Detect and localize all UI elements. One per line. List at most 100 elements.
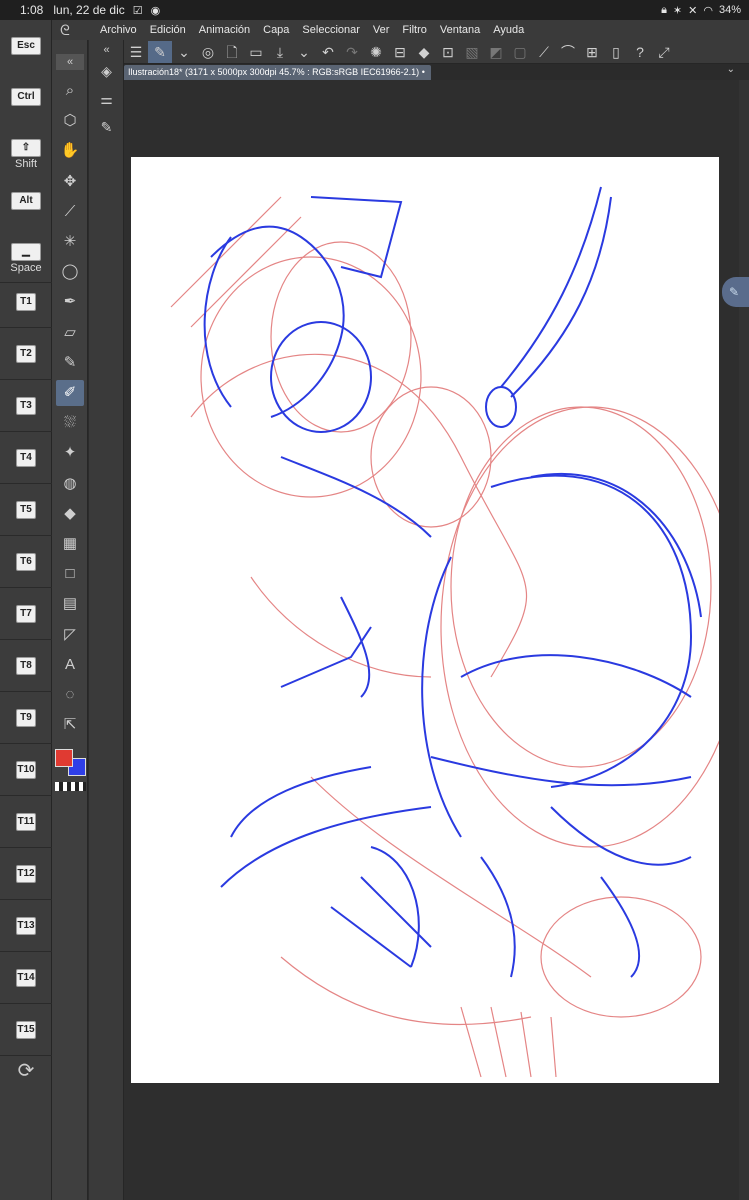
side-panel-handle[interactable]: ✎ <box>722 277 749 307</box>
snap-ruler-icon[interactable]: ⟋ <box>532 41 556 63</box>
space-key[interactable]: ▁ Space <box>10 243 42 274</box>
tool-palette: « ⌕ ⬡ ✋ ✥ ⟋ ✳ ◯ ✒ ▱ ✎ ✐ ⛆ ✦ ◍ ◆ ▦ □ ▤ ◸ A ◌ ⇱ <box>52 40 88 1200</box>
deselect-icon[interactable]: ▧ <box>460 41 484 63</box>
zoom-icon[interactable]: ⌕ <box>56 78 84 104</box>
pencil-icon[interactable]: ✐ <box>56 380 84 406</box>
menu-capa[interactable]: Capa <box>263 24 289 36</box>
custom-key-t9[interactable]: T9 <box>10 709 42 727</box>
lasso-icon[interactable]: ◯ <box>56 259 84 285</box>
shift-arrow-icon: ⇧ <box>11 139 41 157</box>
snap-grid-icon[interactable]: ⊞ <box>580 41 604 63</box>
chevron-down-icon[interactable]: ⌄ <box>727 64 735 75</box>
custom-key-t8[interactable]: T8 <box>10 657 42 675</box>
chevron-down-icon[interactable]: ⌄ <box>172 41 196 63</box>
divider <box>0 1003 52 1004</box>
menu-archivo[interactable]: Archivo <box>100 24 137 36</box>
selection-border-icon[interactable]: ▢ <box>508 41 532 63</box>
main-color-swatch[interactable] <box>55 749 73 767</box>
app-logo-icon[interactable]: ᘓ <box>60 22 100 39</box>
menu-edicion[interactable]: Edición <box>150 24 186 36</box>
divider <box>0 535 52 536</box>
custom-key-t6[interactable]: T6 <box>10 553 42 571</box>
divider <box>0 379 52 380</box>
frame-icon[interactable]: ▤ <box>56 591 84 617</box>
fullscreen-icon[interactable]: ⤢ <box>652 41 676 63</box>
redo-icon[interactable]: ↷ <box>340 41 364 63</box>
save-icon[interactable]: ⤓ <box>268 41 292 63</box>
eraser-icon[interactable]: ▱ <box>56 320 84 346</box>
ruler-icon[interactable]: ◸ <box>56 622 84 648</box>
magic-wand-icon[interactable]: ✳ <box>56 229 84 255</box>
chevron-down-icon[interactable]: ⌄ <box>292 41 316 63</box>
custom-key-t5[interactable]: T5 <box>10 501 42 519</box>
move-icon[interactable]: ✥ <box>56 169 84 195</box>
pen-icon[interactable]: ✒ <box>56 289 84 315</box>
menu-icon[interactable]: ☰ <box>124 41 148 63</box>
custom-key-t4[interactable]: T4 <box>10 449 42 467</box>
collapse-icon[interactable]: « <box>56 54 84 70</box>
custom-key-t2[interactable]: T2 <box>10 345 42 363</box>
menu-filtro[interactable]: Filtro <box>402 24 426 36</box>
text-icon[interactable]: A <box>56 652 84 678</box>
esc-key[interactable]: Esc <box>10 37 42 55</box>
help-icon[interactable]: ? <box>628 41 652 63</box>
rotate-screen-icon[interactable]: ⟳ <box>10 1058 42 1083</box>
brush-size-icon[interactable]: ✎ <box>93 114 120 140</box>
menu-seleccionar[interactable]: Seleccionar <box>302 24 359 36</box>
eyedropper-icon[interactable]: ⟋ <box>56 199 84 225</box>
menu-ver[interactable]: Ver <box>373 24 390 36</box>
snap-special-ruler-icon[interactable]: ⌒ <box>556 41 580 63</box>
ctrl-key[interactable]: Ctrl <box>10 88 42 106</box>
close-dot-icon[interactable]: • <box>422 67 425 77</box>
custom-key-t12[interactable]: T12 <box>10 865 42 883</box>
clear-icon[interactable]: ⊟ <box>388 41 412 63</box>
drawing-canvas[interactable] <box>131 157 742 1083</box>
hand-icon[interactable]: ✋ <box>56 138 84 164</box>
shift-key[interactable]: ⇧ Shift <box>10 139 42 170</box>
edit-icon[interactable]: ✎ <box>148 40 172 63</box>
invert-selection-icon[interactable]: ◩ <box>484 41 508 63</box>
divider <box>0 951 52 952</box>
alt-key[interactable]: Alt <box>10 192 42 210</box>
open-folder-icon[interactable]: ▭ <box>244 41 268 63</box>
divider <box>0 282 52 283</box>
menu-animacion[interactable]: Animación <box>199 24 250 36</box>
custom-key-t10[interactable]: T10 <box>10 761 42 779</box>
menu-ayuda[interactable]: Ayuda <box>493 24 524 36</box>
custom-key-t13[interactable]: T13 <box>10 917 42 935</box>
custom-key-t11[interactable]: T11 <box>10 813 42 831</box>
brush-icon[interactable]: ✎ <box>56 350 84 376</box>
gradient-icon[interactable]: ▦ <box>56 531 84 557</box>
custom-key-t3[interactable]: T3 <box>10 397 42 415</box>
collapse-icon[interactable]: « <box>93 42 120 58</box>
smartphone-icon[interactable]: ▯ <box>604 41 628 63</box>
transparent-color-swatch[interactable] <box>55 782 86 791</box>
document-tab[interactable]: Ilustración18* (3171 x 5000px 300dpi 45.… <box>124 65 431 80</box>
airbrush-icon[interactable]: ⛆ <box>56 410 84 436</box>
menu-bar: ᘓ Archivo Edición Animación Capa Selecci… <box>0 20 749 40</box>
layers-icon[interactable]: ◈ <box>93 58 120 84</box>
menu-ventana[interactable]: Ventana <box>440 24 480 36</box>
custom-key-t15[interactable]: T15 <box>10 1021 42 1039</box>
decoration-icon[interactable]: ✦ <box>56 440 84 466</box>
record-icon[interactable]: ◎ <box>196 41 220 63</box>
color-indicator[interactable] <box>54 748 88 794</box>
divider <box>0 327 52 328</box>
fill-icon[interactable]: ◆ <box>412 41 436 63</box>
undo-icon[interactable]: ↶ <box>316 41 340 63</box>
custom-key-t1[interactable]: T1 <box>10 293 42 311</box>
new-file-icon[interactable]: 🗋︎ <box>220 41 244 63</box>
transform-icon[interactable]: ⊡ <box>436 41 460 63</box>
custom-key-t14[interactable]: T14 <box>10 969 42 987</box>
loading-icon[interactable]: ✺ <box>364 41 388 63</box>
operation-icon[interactable]: ⬡ <box>56 108 84 134</box>
balloon-icon[interactable]: ◌ <box>56 682 84 708</box>
correct-line-icon[interactable]: ⇱ <box>56 712 84 738</box>
fill-icon[interactable]: ◆ <box>56 501 84 527</box>
divider <box>0 431 52 432</box>
properties-icon[interactable]: ⚌ <box>93 86 120 112</box>
lock-icon: 🔒︎ <box>661 3 667 16</box>
blend-icon[interactable]: ◍ <box>56 471 84 497</box>
custom-key-t7[interactable]: T7 <box>10 605 42 623</box>
shape-icon[interactable]: □ <box>56 561 84 587</box>
